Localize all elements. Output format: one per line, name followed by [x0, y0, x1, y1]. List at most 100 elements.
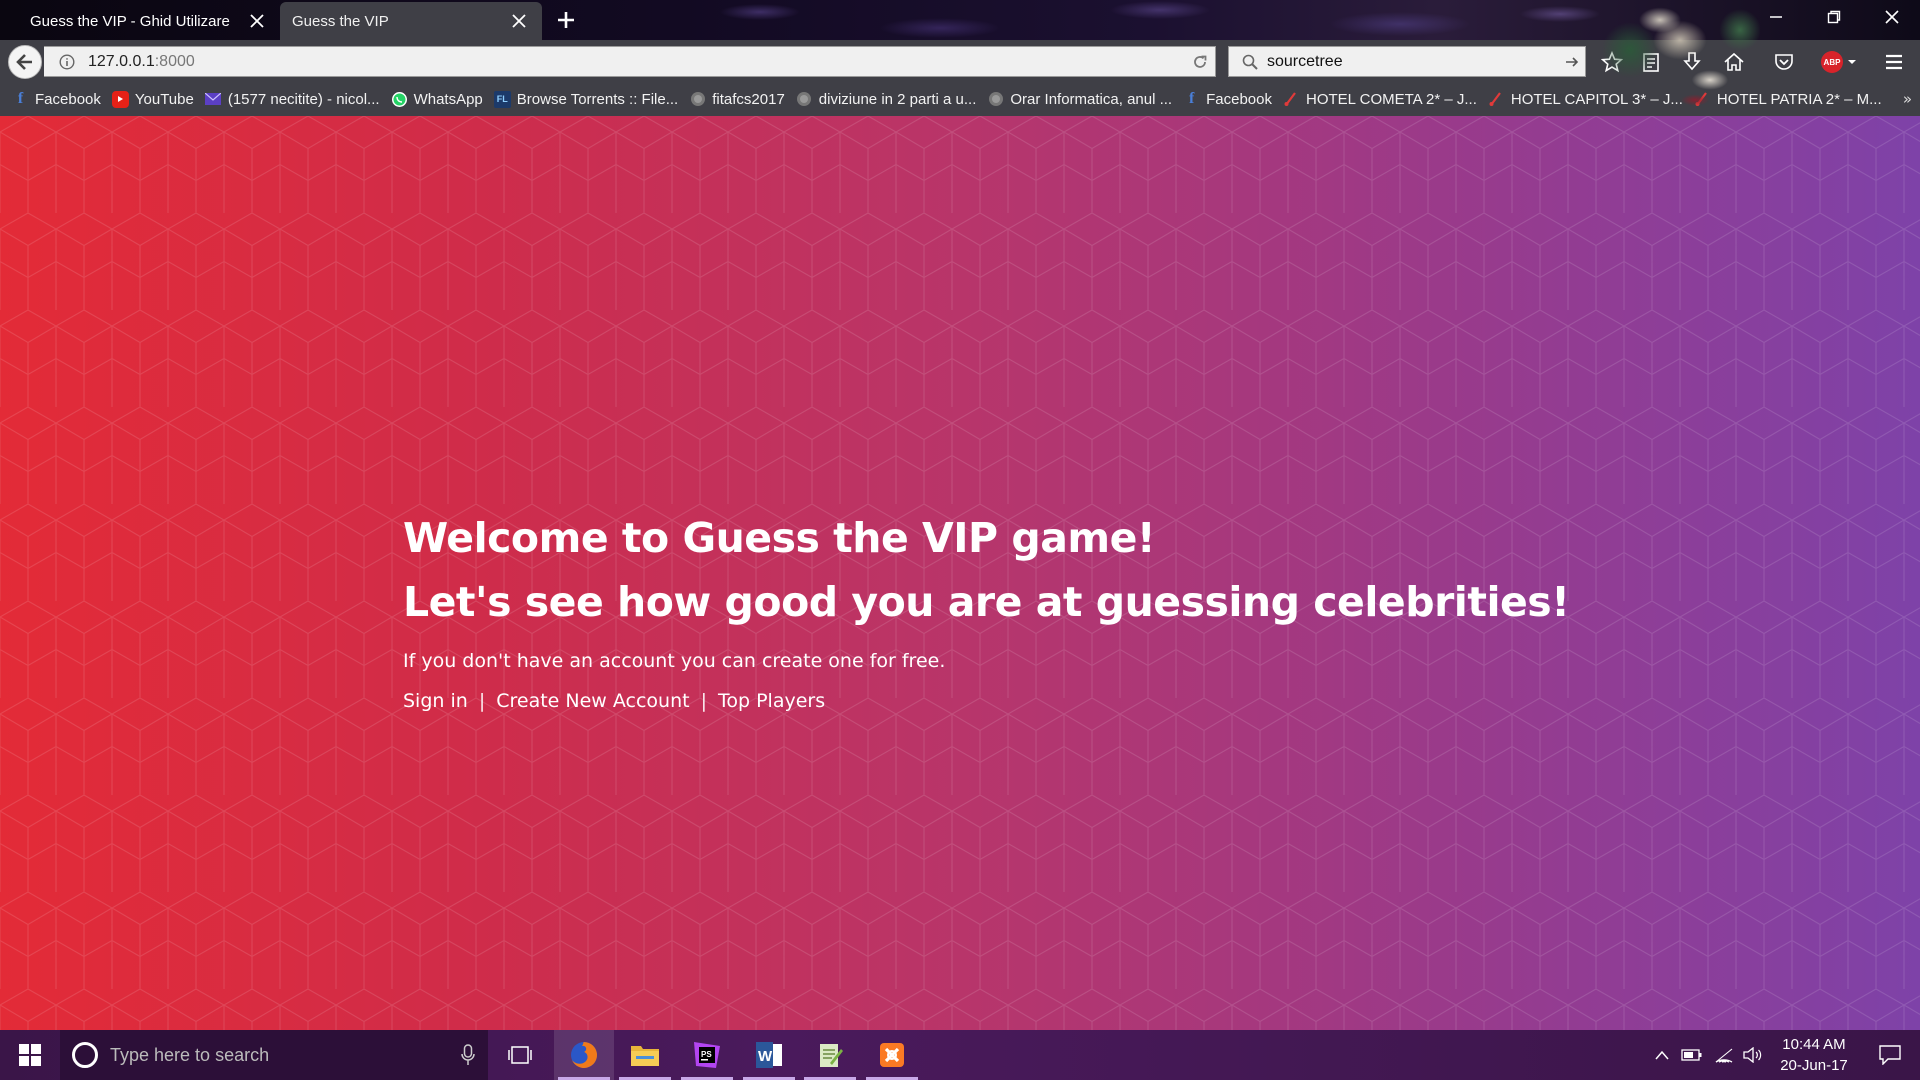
taskbar-phpstorm[interactable]: PS: [677, 1030, 737, 1080]
bookmark-label: WhatsApp: [413, 90, 483, 108]
file-explorer-icon: [631, 1046, 659, 1066]
restore-icon: [1827, 10, 1841, 24]
tab-guess-the-vip[interactable]: Guess the VIP: [280, 2, 542, 40]
hotel-icon: [1694, 91, 1711, 108]
bookmark-label: fitafcs2017: [712, 90, 785, 108]
bookmark-label: Facebook: [1206, 90, 1272, 108]
new-tab-button[interactable]: [552, 4, 580, 36]
whatsapp-icon: [391, 91, 408, 108]
taskbar-file-explorer[interactable]: [615, 1030, 675, 1080]
adblock-button[interactable]: ABP: [1816, 48, 1862, 76]
close-tab-icon[interactable]: [242, 6, 272, 36]
globe-icon: [796, 91, 813, 108]
battery-icon: [1681, 1049, 1702, 1061]
bookmark-filelist[interactable]: FL Browse Torrents :: File...: [493, 90, 678, 108]
show-hidden-icons-button[interactable]: [1650, 1042, 1674, 1068]
site-info-icon[interactable]: [54, 53, 80, 70]
welcome-heading-line-1: Welcome to Guess the VIP game!: [403, 514, 1156, 562]
bookmark-label: Orar Informatica, anul ...: [1010, 90, 1173, 108]
bookmark-label: HOTEL PATRIA 2* – M...: [1716, 90, 1882, 108]
word-icon: W: [756, 1042, 782, 1068]
speaker-icon: [1743, 1047, 1762, 1063]
xampp-icon: [880, 1043, 904, 1067]
youtube-icon: [111, 90, 129, 108]
plus-icon: [558, 12, 574, 28]
bookmark-label: YouTube: [134, 90, 194, 108]
close-window-button[interactable]: [1872, 4, 1912, 30]
globe-icon: [689, 91, 706, 108]
bookmark-hotel-patria[interactable]: HOTEL PATRIA 2* – M...: [1694, 91, 1882, 108]
minimize-button[interactable]: [1756, 4, 1796, 30]
create-account-link[interactable]: Create New Account: [496, 690, 689, 712]
back-button[interactable]: [8, 45, 42, 79]
tab-title: Guess the VIP: [292, 12, 389, 30]
url-port: :8000: [154, 52, 195, 70]
top-players-link[interactable]: Top Players: [718, 690, 825, 712]
bookmark-mail[interactable]: (1577 necitite) - nicol...: [205, 91, 380, 108]
tab-ghid-utilizare[interactable]: Guess the VIP - Ghid Utilizare: [0, 2, 280, 40]
bookmark-youtube[interactable]: YouTube: [111, 90, 194, 108]
clock-time: 10:44 AM: [1782, 1036, 1846, 1053]
cortana-icon: [72, 1042, 98, 1068]
close-tab-icon[interactable]: [504, 6, 534, 36]
bookmark-fitafcs2017[interactable]: fitafcs2017: [689, 91, 785, 108]
clipboard-icon: [1643, 53, 1659, 72]
task-view-button[interactable]: [490, 1030, 550, 1080]
svg-text:PS: PS: [701, 1050, 712, 1059]
downloads-button[interactable]: [1674, 48, 1710, 76]
link-separator: |: [700, 690, 707, 712]
chevron-up-icon: [1655, 1050, 1669, 1060]
bookmark-whatsapp[interactable]: WhatsApp: [391, 91, 483, 108]
microphone-icon[interactable]: [448, 1044, 488, 1066]
start-button[interactable]: [0, 1030, 60, 1080]
bookmark-star-button[interactable]: [1594, 48, 1630, 76]
battery-tray-icon[interactable]: [1680, 1042, 1704, 1068]
wifi-tray-icon[interactable]: [1712, 1042, 1736, 1068]
action-links: Sign in | Create New Account | Top Playe…: [403, 690, 1569, 712]
taskbar-search-box[interactable]: Type here to search: [60, 1030, 488, 1080]
taskbar-clock[interactable]: 10:44 AM 20-Jun-17: [1766, 1034, 1862, 1076]
search-bar[interactable]: sourcetree: [1228, 46, 1586, 77]
bookmark-hotel-cometa[interactable]: HOTEL COMETA 2* – J...: [1283, 91, 1477, 108]
bookmark-facebook[interactable]: f Facebook: [12, 90, 101, 108]
hotel-icon: [1488, 91, 1505, 108]
notepad-icon: [820, 1044, 843, 1067]
volume-tray-icon[interactable]: [1740, 1042, 1764, 1068]
taskbar-notepad[interactable]: [800, 1030, 860, 1080]
hotel-icon: [1283, 91, 1300, 108]
adblock-icon: ABP: [1821, 51, 1843, 73]
search-go-button[interactable]: [1559, 54, 1585, 70]
windows-logo-icon: [19, 1044, 41, 1066]
bookmarks-overflow-button[interactable]: »: [1903, 90, 1912, 108]
bookmark-facebook-2[interactable]: f Facebook: [1183, 90, 1272, 108]
welcome-heading-line-2: Let's see how good you are at guessing c…: [403, 578, 1570, 626]
bookmark-diviziune[interactable]: diviziune in 2 parti a u...: [796, 91, 976, 108]
taskbar-xampp[interactable]: [862, 1030, 922, 1080]
sign-in-link[interactable]: Sign in: [403, 690, 468, 712]
url-bar[interactable]: 127.0.0.1:8000: [44, 46, 1216, 77]
minimize-icon: [1770, 16, 1782, 18]
mail-icon: [205, 91, 222, 108]
reload-button[interactable]: [1185, 54, 1215, 70]
search-input[interactable]: sourcetree: [1267, 53, 1559, 71]
facebook-icon: f: [1188, 90, 1195, 107]
pocket-button[interactable]: [1766, 48, 1802, 76]
reader-list-button[interactable]: [1633, 48, 1669, 76]
url-text[interactable]: 127.0.0.1:8000: [88, 53, 1185, 71]
bookmark-orar-informatica[interactable]: Orar Informatica, anul ...: [987, 91, 1172, 108]
taskbar-word[interactable]: W: [739, 1030, 799, 1080]
welcome-heading: Welcome to Guess the VIP game! Let's see…: [403, 506, 1570, 634]
home-button[interactable]: [1716, 48, 1752, 76]
bookmark-label: (1577 necitite) - nicol...: [227, 90, 380, 108]
svg-text:W: W: [758, 1048, 773, 1065]
star-icon: [1601, 51, 1623, 73]
taskbar-firefox[interactable]: [554, 1030, 614, 1080]
clock-date: 20-Jun-17: [1780, 1057, 1848, 1074]
url-host: 127.0.0.1: [88, 52, 155, 70]
menu-button[interactable]: [1876, 48, 1912, 76]
bookmark-hotel-capitol[interactable]: HOTEL CAPITOL 3* – J...: [1488, 91, 1683, 108]
chevron-down-icon: [1848, 60, 1856, 64]
restore-button[interactable]: [1814, 4, 1854, 30]
hamburger-menu-icon: [1886, 54, 1902, 70]
action-center-button[interactable]: [1860, 1030, 1920, 1080]
